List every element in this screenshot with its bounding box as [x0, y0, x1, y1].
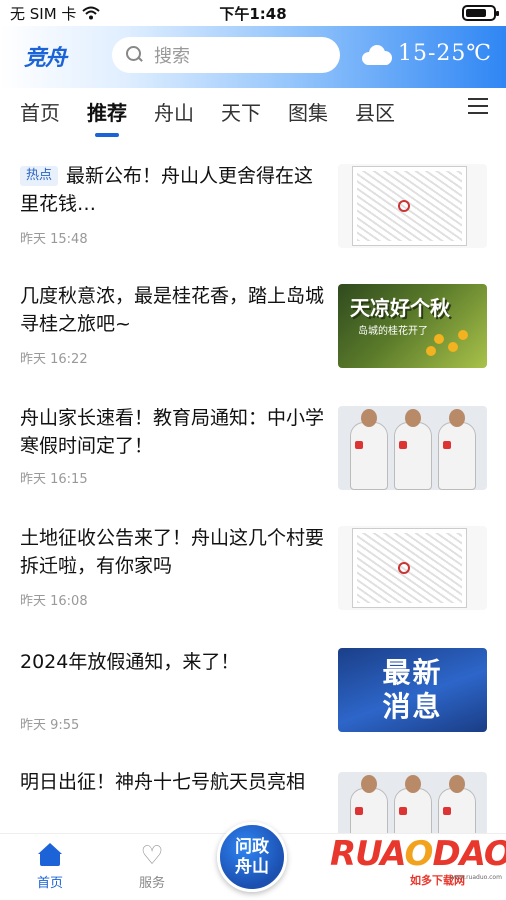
news-title-text: 最新公布！舟山人更舍得在这里花钱…: [20, 165, 314, 215]
news-time: 昨天 16:08: [20, 594, 88, 609]
watermark-url: www.ruaduo.com: [450, 874, 502, 881]
astronaut-thumbnail: [338, 406, 487, 490]
menu-icon[interactable]: [468, 98, 488, 114]
news-title: 热点 最新公布！舟山人更舍得在这里花钱…: [20, 162, 328, 218]
news-title: 土地征收公告来了！舟山这几个村要拆迁啦，有你家吗: [20, 527, 325, 577]
center-line2: 舟山: [235, 857, 269, 877]
news-item[interactable]: 热点 最新公布！舟山人更舍得在这里花钱… 昨天 15:48: [0, 158, 506, 278]
wenzheng-button[interactable]: 问政 舟山: [217, 822, 287, 892]
status-bar: 无 SIM 卡 下午1:48: [0, 0, 506, 26]
nav-home-label: 首页: [36, 876, 63, 891]
map-thumbnail: [338, 526, 487, 610]
carrier-label: 无 SIM 卡: [10, 4, 77, 23]
tab-gallery[interactable]: 图集: [288, 97, 328, 126]
tab-home[interactable]: 首页: [20, 97, 60, 126]
thumbnail-line2: 消息: [382, 690, 443, 723]
news-thumbnail: 最新 消息: [338, 648, 487, 732]
news-time: 昨天 15:48: [20, 232, 88, 247]
thumbnail-caption: 天凉好个秋: [350, 296, 450, 320]
news-title: 舟山家长速看！教育局通知：中小学寒假时间定了！: [20, 407, 325, 457]
category-tabs: 首页 推荐 舟山 天下 图集 县区: [0, 88, 506, 137]
news-title: 明日出征！神舟十七号航天员亮相: [20, 771, 306, 793]
tab-world[interactable]: 天下: [221, 97, 261, 126]
search-placeholder: 搜索: [154, 46, 190, 67]
news-time: 昨天 9:55: [20, 718, 80, 733]
search-icon: [126, 46, 144, 64]
battery-icon: [462, 5, 499, 21]
news-title: 几度秋意浓，最是桂花香，踏上岛城寻桂之旅吧~: [20, 285, 325, 335]
cloud-icon: [360, 43, 392, 65]
map-thumbnail: [338, 164, 487, 248]
nav-service[interactable]: ♡ 服务: [122, 841, 182, 891]
heart-icon: ♡: [140, 841, 164, 871]
thumbnail-line1: 最新: [382, 656, 443, 689]
header: 竞舟 搜索 15-25℃: [0, 26, 506, 88]
news-item[interactable]: 2024年放假通知，来了！ 昨天 9:55 最新 消息: [0, 640, 506, 760]
home-icon: [37, 843, 63, 866]
news-time: 昨天 16:15: [20, 472, 88, 487]
news-item[interactable]: 舟山家长速看！教育局通知：中小学寒假时间定了！ 昨天 16:15: [0, 400, 506, 520]
app-logo[interactable]: 竞舟: [24, 40, 67, 72]
weather-temperature: 15-25℃: [398, 41, 493, 66]
tab-county[interactable]: 县区: [355, 97, 395, 126]
news-item[interactable]: 几度秋意浓，最是桂花香，踏上岛城寻桂之旅吧~ 昨天 16:22 天凉好个秋 岛城…: [0, 278, 506, 398]
autumn-thumbnail: 天凉好个秋 岛城的桂花开了: [338, 284, 487, 368]
center-line1: 问政: [235, 837, 269, 857]
status-left: 无 SIM 卡: [10, 3, 101, 24]
tab-recommend[interactable]: 推荐: [87, 97, 127, 137]
wifi-icon: [82, 6, 101, 20]
hot-badge: 热点: [20, 166, 59, 186]
watermark-logo: RUAODAO 如多下载网 www.ruaduo.com: [330, 834, 506, 887]
nav-home[interactable]: 首页: [20, 843, 80, 891]
search-bar[interactable]: 搜索: [112, 37, 340, 73]
weather-widget[interactable]: 15-25℃: [360, 41, 492, 66]
news-time: 昨天 16:22: [20, 352, 88, 367]
tab-zhoushan[interactable]: 舟山: [154, 97, 194, 126]
news-title: 2024年放假通知，来了！: [20, 651, 240, 673]
bottom-nav: 首页 ♡ 服务 问政 舟山 RUAODAO 如多下载网 www.ruaduo.c…: [0, 822, 506, 900]
thumbnail-subcaption: 岛城的桂花开了: [358, 326, 428, 337]
news-item[interactable]: 土地征收公告来了！舟山这几个村要拆迁啦，有你家吗 昨天 16:08: [0, 520, 506, 640]
nav-service-label: 服务: [138, 876, 165, 891]
